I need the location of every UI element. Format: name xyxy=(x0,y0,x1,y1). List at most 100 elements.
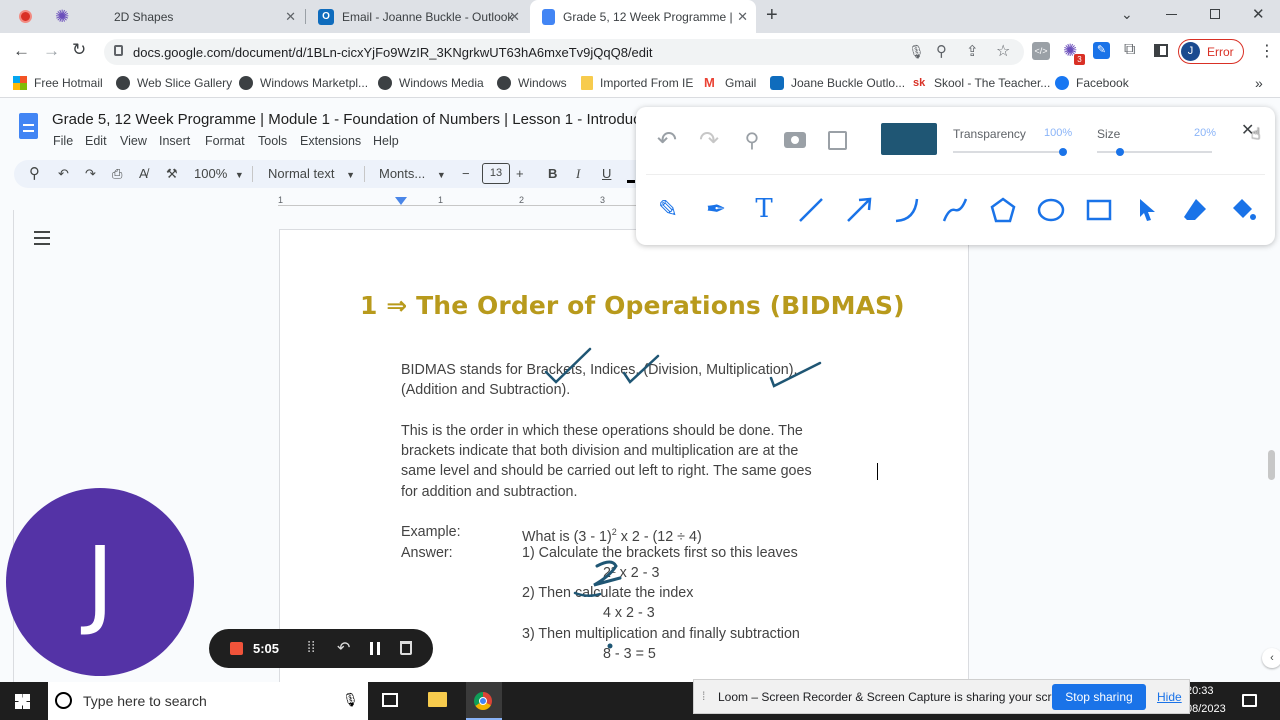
document-title[interactable]: Grade 5, 12 Week Programme | Module 1 - … xyxy=(52,111,641,128)
back-arrow-icon[interactable]: ← xyxy=(13,41,30,61)
font-size-input[interactable]: 13 xyxy=(482,163,510,184)
menu-format[interactable]: Format xyxy=(205,134,245,148)
eraser-icon[interactable] xyxy=(1181,196,1209,224)
paint-format-icon[interactable]: ⚒ xyxy=(166,166,178,182)
bookmark-item[interactable]: Joane Buckle Outlo... xyxy=(770,76,905,90)
undo-icon[interactable]: ↶ xyxy=(652,125,682,155)
scrollbar-thumb[interactable] xyxy=(1268,450,1275,480)
side-panel-toggle-icon[interactable]: ‹ xyxy=(1262,648,1280,668)
zoom-select[interactable]: 100% ▼ xyxy=(194,166,244,181)
font-select[interactable]: Monts... ▼ xyxy=(379,166,446,181)
bookmark-star-icon[interactable]: ☆ xyxy=(996,41,1010,61)
microphone-icon[interactable]: 🎙 xyxy=(342,692,359,708)
microphone-icon[interactable]: 🎙 xyxy=(908,44,925,60)
text-tool-icon[interactable]: T xyxy=(749,194,779,224)
clock-date[interactable]: 08/2023 xyxy=(1186,703,1226,715)
menu-view[interactable]: View xyxy=(120,134,147,148)
italic-button[interactable]: I xyxy=(576,166,580,182)
current-color-swatch[interactable] xyxy=(881,123,937,155)
menu-edit[interactable]: Edit xyxy=(85,134,107,148)
bookmark-item[interactable]: Imported From IE xyxy=(581,76,693,90)
drag-handle-icon[interactable]: ⁞ xyxy=(702,689,705,703)
print-icon[interactable]: ⎙ xyxy=(112,166,122,182)
s-curve-tool-icon[interactable] xyxy=(941,196,969,224)
menu-extensions[interactable]: Extensions xyxy=(300,134,361,148)
tab-2d-shapes[interactable]: 2D Shapes ✕ xyxy=(86,0,304,33)
bookmark-item[interactable]: M Gmail xyxy=(704,76,756,91)
forward-arrow-icon[interactable]: → xyxy=(43,41,60,61)
bookmark-item[interactable]: Facebook xyxy=(1055,76,1129,90)
paragraph-style-select[interactable]: Normal text ▼ xyxy=(268,166,355,181)
close-tab-icon[interactable]: ✕ xyxy=(737,9,748,25)
undo-icon[interactable]: ↶ xyxy=(58,166,69,182)
restore-window-icon[interactable] xyxy=(1210,9,1220,19)
zoom-icon[interactable]: ⚲ xyxy=(936,42,947,60)
tab-email-outlook[interactable]: O Email - Joanne Buckle - Outlook ✕ xyxy=(306,0,528,33)
pencil-icon[interactable]: ✎ xyxy=(653,194,683,224)
outline-icon[interactable] xyxy=(34,231,50,245)
redo-icon[interactable]: ↷ xyxy=(694,125,724,155)
stop-sharing-button[interactable]: Stop sharing xyxy=(1052,684,1146,710)
file-explorer-icon[interactable] xyxy=(428,692,447,707)
pin-icon[interactable]: ⚲ xyxy=(737,125,767,155)
edit-note-icon[interactable] xyxy=(822,125,852,155)
google-docs-logo-icon[interactable] xyxy=(19,113,38,139)
close-tab-icon[interactable]: ✕ xyxy=(285,9,296,25)
highlighter-icon[interactable]: ✒ xyxy=(701,194,731,224)
size-slider[interactable] xyxy=(1097,148,1212,156)
url-text[interactable]: docs.google.com/document/d/1BLn-cicxYjFo… xyxy=(133,45,653,60)
taskbar-search-box[interactable]: Type here to search 🎙 xyxy=(48,682,368,720)
delete-recording-icon[interactable] xyxy=(400,641,412,655)
camera-bubble-avatar[interactable]: J xyxy=(6,488,194,676)
start-windows-icon[interactable] xyxy=(15,694,30,709)
bold-button[interactable]: B xyxy=(548,166,557,181)
redo-icon[interactable]: ↷ xyxy=(85,166,96,182)
address-bar[interactable]: docs.google.com/document/d/1BLn-cicxYjFo… xyxy=(104,39,1024,65)
menu-help[interactable]: Help xyxy=(373,134,399,148)
transparency-slider[interactable] xyxy=(953,148,1067,156)
new-tab-button[interactable]: + xyxy=(766,4,778,27)
polygon-tool-icon[interactable] xyxy=(989,196,1017,224)
minimize-window-icon[interactable] xyxy=(1166,14,1177,15)
arrow-tool-icon[interactable] xyxy=(845,196,873,224)
size-slider-handle[interactable] xyxy=(1116,148,1124,156)
annotate-extension-icon[interactable]: ✎ xyxy=(1093,42,1110,59)
menu-tools[interactable]: Tools xyxy=(258,134,287,148)
menu-insert[interactable]: Insert xyxy=(159,134,190,148)
pause-recording-icon[interactable] xyxy=(370,642,380,655)
decrease-font-size-icon[interactable]: − xyxy=(462,166,470,181)
indent-marker-icon[interactable] xyxy=(395,197,407,205)
ellipse-tool-icon[interactable] xyxy=(1037,196,1065,224)
code-extension-icon[interactable]: </> xyxy=(1032,42,1050,60)
profile-chip[interactable]: J Error xyxy=(1178,39,1244,64)
rectangle-tool-icon[interactable] xyxy=(1085,196,1113,224)
bookmark-item[interactable]: sk Skool - The Teacher... xyxy=(913,76,1050,90)
increase-font-size-icon[interactable]: + xyxy=(516,166,524,181)
transparency-slider-handle[interactable] xyxy=(1059,148,1067,156)
camera-icon[interactable] xyxy=(780,125,810,155)
bookmark-item[interactable]: Windows xyxy=(497,76,567,90)
hide-sharing-link[interactable]: Hide xyxy=(1157,690,1182,704)
task-view-icon[interactable] xyxy=(382,693,398,707)
share-icon[interactable]: ⇪ xyxy=(966,42,979,60)
close-tab-icon[interactable]: ✕ xyxy=(509,9,520,25)
notification-icon[interactable] xyxy=(1242,694,1257,707)
side-panel-icon[interactable] xyxy=(1154,44,1168,57)
text-color-icon[interactable] xyxy=(627,163,635,183)
select-cursor-icon[interactable] xyxy=(1133,196,1161,224)
reload-icon[interactable]: ↻ xyxy=(72,40,86,60)
close-window-icon[interactable]: ✕ xyxy=(1252,5,1265,23)
bookmark-item[interactable]: Windows Marketpl... xyxy=(239,76,368,90)
line-tool-icon[interactable] xyxy=(797,196,825,224)
spellcheck-icon[interactable]: A̸ xyxy=(139,166,148,181)
menu-file[interactable]: File xyxy=(53,134,73,148)
underline-button[interactable]: U xyxy=(602,166,611,181)
tab-search-chevron-icon[interactable]: ⌄ xyxy=(1121,6,1133,23)
chrome-taskbar-icon[interactable] xyxy=(466,682,502,720)
bookmarks-more-icon[interactable]: » xyxy=(1255,75,1263,91)
bookmark-item[interactable]: Windows Media xyxy=(378,76,484,90)
stop-recording-button[interactable] xyxy=(230,642,243,655)
extensions-puzzle-icon[interactable]: ⧉ xyxy=(1124,41,1135,59)
bookmark-item[interactable]: Free Hotmail xyxy=(13,76,103,90)
browser-menu-icon[interactable]: ⋮ xyxy=(1259,41,1275,61)
